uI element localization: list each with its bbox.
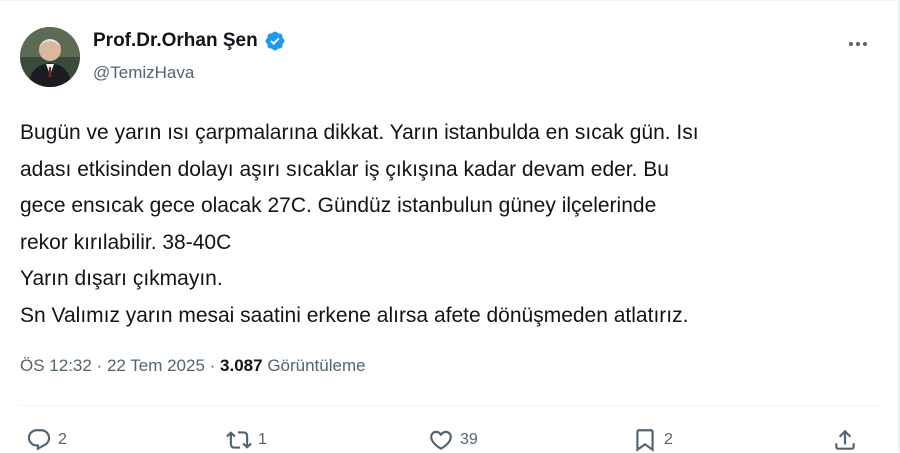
tweet-text-line: Bugün ve yarın ısı çarpmalarına dikkat. … [20,121,699,144]
meta-separator: · [91,356,107,375]
like-icon [430,430,452,450]
like-count: 39 [460,431,478,448]
views-count: 3.087 [220,356,263,375]
tweet-date[interactable]: 22 Tem 2025 [107,356,205,376]
author-name-row: Prof.Dr.Orhan Şen [93,30,286,52]
bookmark-icon [636,429,654,452]
repost-count: 1 [258,431,267,448]
tweet-text-line: Sn Valımız yarın mesai saatini erkene al… [20,303,689,327]
share-icon [835,429,855,450]
reply-count: 2 [58,431,67,448]
tweet-text-line: rekor kırılabilir. 38-40C [20,230,232,254]
action-bar: 2 1 39 2 [0,420,900,452]
top-border [0,0,900,1]
meta-separator: · [204,356,221,375]
author-display-name[interactable]: Prof.Dr.Orhan Şen [93,30,258,52]
share-button[interactable] [832,427,858,453]
repost-icon [226,431,252,449]
author-handle[interactable]: @TemizHava [93,63,194,83]
tweet-text: Bugün ve yarın ısı çarpmalarına dikkat. … [20,115,880,334]
tweet-time[interactable]: ÖS 12:32 [20,356,92,376]
tweet-text-line: gece ensıcak gece olacak 27C. Gündüz ist… [20,194,657,217]
verified-badge-icon [265,31,285,51]
bookmark-button[interactable]: 2 [632,427,673,453]
tweet-text-line: adası etkisinden dolayı aşırı sıcaklar i… [20,157,669,181]
divider [20,405,880,406]
repost-button[interactable]: 1 [226,427,267,453]
like-button[interactable]: 39 [428,427,478,453]
reply-icon [27,429,51,451]
views-label: Görüntüleme [267,356,366,375]
bookmark-count: 2 [664,431,673,448]
avatar[interactable] [20,27,80,87]
more-options-icon[interactable] [843,34,873,54]
tweet-text-line: Yarın dışarı çıkmayın. [20,267,223,290]
reply-button[interactable]: 2 [26,427,67,453]
tweet-card: Prof.Dr.Orhan Şen @TemizHava Bugün ve ya… [0,0,900,452]
tweet-meta: ÖS 12:32 · 22 Tem 2025 · 3.087 Görüntüle… [20,356,366,376]
